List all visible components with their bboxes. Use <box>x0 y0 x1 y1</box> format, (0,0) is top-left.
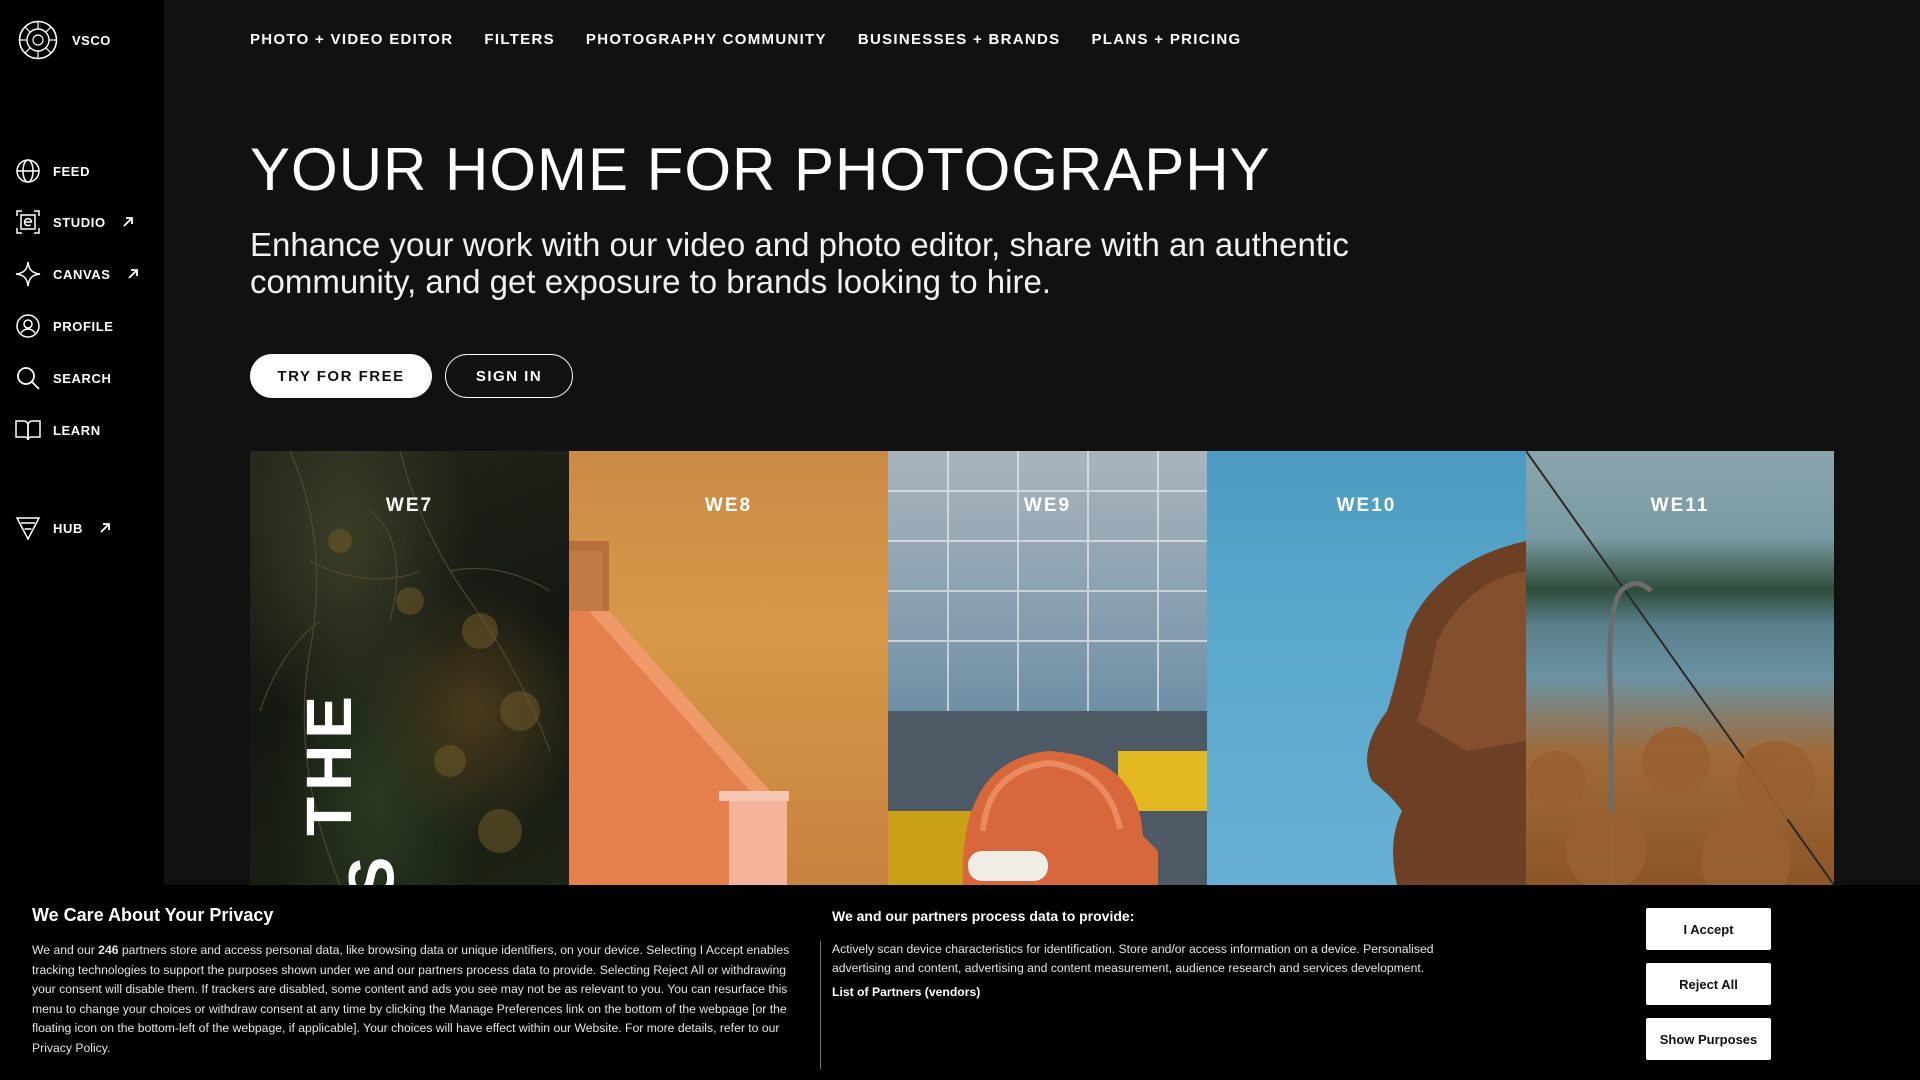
studio-icon <box>16 210 40 234</box>
panel-label: WE10 <box>1336 495 1397 516</box>
privacy-body-prefix: We and our <box>32 943 99 957</box>
hero-subtitle: Enhance your work with our video and pho… <box>250 226 1349 300</box>
purposes-text: Actively scan device characteristics for… <box>832 942 1434 975</box>
sparkle-icon <box>15 261 41 287</box>
book-icon <box>15 420 41 441</box>
sign-in-button[interactable]: SIGN IN <box>445 354 573 398</box>
sidebar-item-learn[interactable]: LEARN <box>15 417 101 443</box>
photo-gallery: WE7 THE S WE8 WE9 WE10 WE11 <box>250 451 1834 885</box>
vsco-logo-icon <box>18 20 58 60</box>
nav-photo-video-editor[interactable]: PHOTO + VIDEO EDITOR <box>250 31 453 48</box>
gallery-panel[interactable]: WE10 <box>1207 451 1526 885</box>
gallery-panel[interactable]: WE7 THE S <box>250 451 569 885</box>
search-icon <box>17 367 40 390</box>
reject-all-button[interactable]: Reject All <box>1646 963 1771 1005</box>
overlay-word: THE <box>293 690 365 836</box>
sidebar-item-label: PROFILE <box>53 318 114 334</box>
sidebar-item-hub[interactable]: HUB <box>15 515 111 541</box>
panel-label: WE11 <box>1650 495 1710 516</box>
accept-button[interactable]: I Accept <box>1646 908 1771 950</box>
privacy-divider <box>820 941 821 1069</box>
external-link-icon <box>123 217 133 227</box>
profile-icon <box>16 314 40 338</box>
partner-count: 246 <box>98 943 119 957</box>
sidebar-item-canvas[interactable]: CANVAS <box>15 261 139 287</box>
sidebar-item-label: SEARCH <box>53 370 112 386</box>
privacy-banner: We Care About Your Privacy We and our 24… <box>0 885 1920 1080</box>
external-link-icon <box>100 523 110 533</box>
panel-label: WE9 <box>1023 495 1072 516</box>
nav-plans-pricing[interactable]: PLANS + PRICING <box>1092 31 1242 48</box>
nav-businesses-brands[interactable]: BUSINESSES + BRANDS <box>858 31 1061 48</box>
privacy-body-suffix: partners store and access personal data,… <box>32 943 790 1055</box>
top-nav: PHOTO + VIDEO EDITOR FILTERS PHOTOGRAPHY… <box>250 31 1241 48</box>
partners-link[interactable]: List of Partners (vendors) <box>832 985 980 999</box>
try-for-free-button[interactable]: TRY FOR FREE <box>250 354 432 398</box>
show-purposes-button[interactable]: Show Purposes <box>1646 1018 1771 1060</box>
overlay-letter: S <box>335 856 408 885</box>
sidebar-item-feed[interactable]: FEED <box>15 158 90 184</box>
privacy-title: We Care About Your Privacy <box>32 905 274 925</box>
privacy-body: We and our 246 partners store and access… <box>32 941 812 1058</box>
sidebar-item-label: FEED <box>53 163 91 179</box>
brand-name: VSCO <box>72 32 111 48</box>
gallery-panel[interactable]: WE11 <box>1526 451 1834 885</box>
panel-label: WE8 <box>704 495 753 516</box>
sidebar-item-label: LEARN <box>53 422 101 438</box>
gallery-panel[interactable]: WE8 <box>569 451 888 885</box>
sidebar-item-studio[interactable]: STUDIO <box>15 209 134 235</box>
sidebar-item-search[interactable]: SEARCH <box>15 365 112 391</box>
sidebar-item-label: CANVAS <box>53 266 111 282</box>
panel-label: WE7 <box>385 495 434 516</box>
nav-photography-community[interactable]: PHOTOGRAPHY COMMUNITY <box>586 31 827 48</box>
sidebar-item-label: HUB <box>53 520 83 536</box>
sidebar-item-label: STUDIO <box>53 214 106 230</box>
sidebar-item-profile[interactable]: PROFILE <box>15 313 114 339</box>
vsco-logo-link[interactable]: VSCO <box>18 20 111 60</box>
nav-filters[interactable]: FILTERS <box>484 31 554 48</box>
globe-icon <box>16 159 40 183</box>
gallery-panel[interactable]: WE9 <box>888 451 1207 885</box>
external-link-icon <box>127 269 138 279</box>
hero-title: YOUR HOME FOR PHOTOGRAPHY <box>250 136 1271 203</box>
purposes-title: We and our partners process data to prov… <box>832 908 1135 924</box>
hub-icon <box>15 517 41 541</box>
